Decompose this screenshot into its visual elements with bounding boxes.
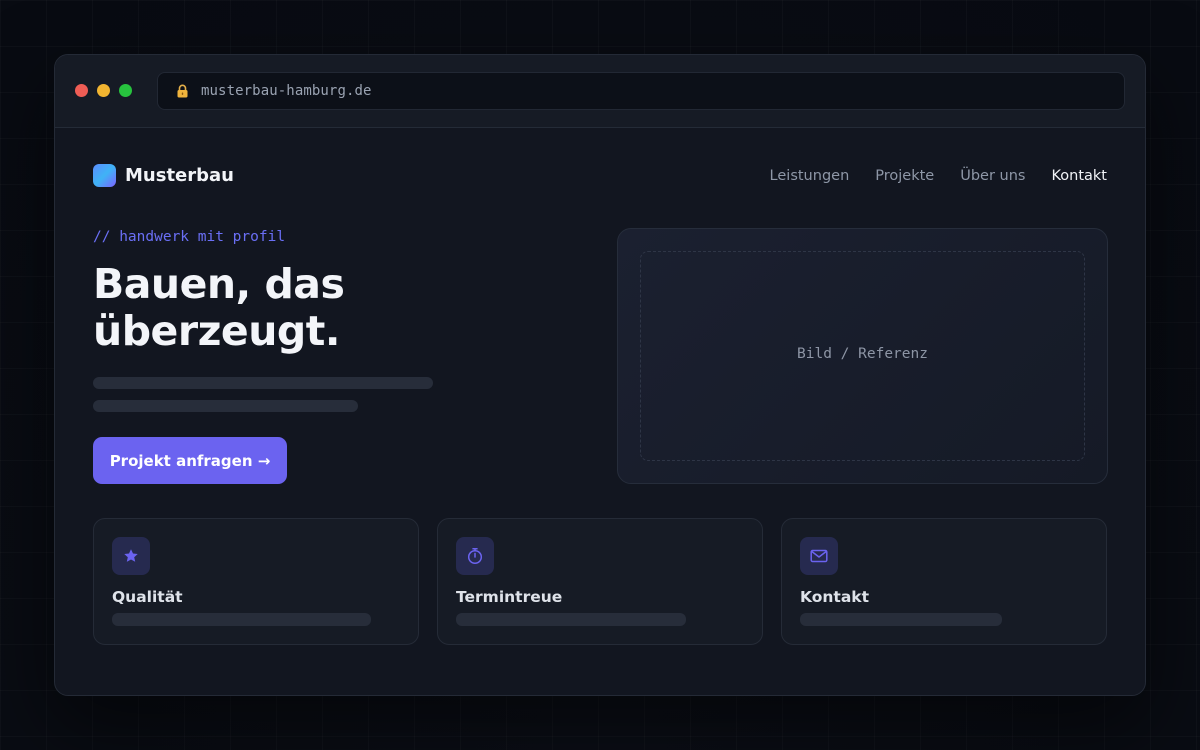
image-placeholder-frame: Bild / Referenz <box>640 251 1085 461</box>
feature-title: Kontakt <box>800 588 870 606</box>
feature-card-punctuality: Termintreue <box>437 518 763 645</box>
text-placeholder-line <box>456 613 686 626</box>
hero-headline: Bauen, das überzeugt. <box>93 261 553 355</box>
url-text: musterbau-hamburg.de <box>201 83 372 99</box>
feature-card-contact: Kontakt <box>781 518 1107 645</box>
hero-tagline: // handwerk mit profil <box>93 229 286 245</box>
star-icon <box>124 549 138 562</box>
browser-window: musterbau-hamburg.de Musterbau Leistunge… <box>54 54 1146 696</box>
text-placeholder-line <box>93 377 433 389</box>
browser-toolbar: musterbau-hamburg.de <box>55 55 1145 128</box>
nav-item-ueber-uns[interactable]: Über uns <box>960 166 1025 186</box>
nav-item-kontakt[interactable]: Kontakt <box>1051 166 1107 186</box>
text-placeholder-line <box>800 613 1002 626</box>
logo-icon[interactable] <box>93 164 116 187</box>
feature-icon-box <box>800 537 838 575</box>
address-bar[interactable]: musterbau-hamburg.de <box>157 72 1125 110</box>
lock-icon <box>177 84 188 98</box>
close-window-button[interactable] <box>75 84 88 97</box>
request-project-button[interactable]: Projekt anfragen → <box>93 437 287 484</box>
text-placeholder-line <box>93 400 358 412</box>
image-placeholder-label: Bild / Referenz <box>797 346 928 362</box>
feature-card-quality: Qualität <box>93 518 419 645</box>
minimize-window-button[interactable] <box>97 84 110 97</box>
feature-icon-box <box>112 537 150 575</box>
envelope-icon <box>810 549 828 563</box>
image-placeholder-card: Bild / Referenz <box>617 228 1108 484</box>
maximize-window-button[interactable] <box>119 84 132 97</box>
feature-title: Termintreue <box>456 588 563 606</box>
feature-icon-box <box>456 537 494 575</box>
nav-item-leistungen[interactable]: Leistungen <box>770 166 850 186</box>
website-content: Musterbau Leistungen Projekte Über uns K… <box>55 128 1145 695</box>
main-navigation: Leistungen Projekte Über uns Kontakt <box>770 166 1107 186</box>
headline-line-2: überzeugt. <box>93 307 340 355</box>
nav-item-projekte[interactable]: Projekte <box>875 166 934 186</box>
headline-line-1: Bauen, das <box>93 260 345 308</box>
text-placeholder-line <box>112 613 371 626</box>
feature-title: Qualität <box>112 588 183 606</box>
stopwatch-icon <box>467 548 483 565</box>
brand-name[interactable]: Musterbau <box>125 164 234 187</box>
